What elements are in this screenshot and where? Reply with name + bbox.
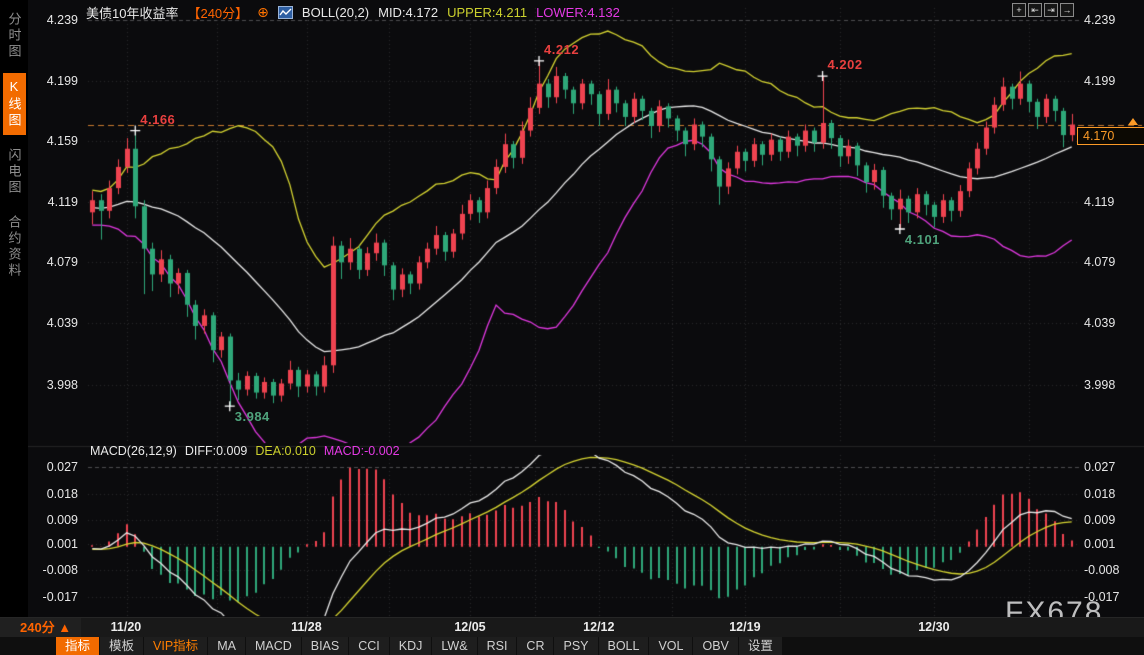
axis-tick-label: 4.039 xyxy=(28,316,78,330)
axis-tick-label: 4.079 xyxy=(1084,255,1134,269)
pan-right-icon[interactable]: → xyxy=(1060,3,1074,17)
toolbar-item-6[interactable]: CCI xyxy=(349,637,389,655)
toolbar-item-8[interactable]: LW& xyxy=(432,637,476,655)
toolbar-item-13[interactable]: VOL xyxy=(649,637,692,655)
last-price-arrow-icon xyxy=(1128,118,1138,125)
toolbar-item-15[interactable]: 设置 xyxy=(739,637,782,655)
date-tick-label: 12/19 xyxy=(729,620,760,634)
crosshair-move-icon[interactable]: + xyxy=(1012,3,1026,17)
chart-tool-icons: +⇤⇥→ xyxy=(1012,3,1074,17)
axis-tick-label: 3.998 xyxy=(1084,378,1134,392)
toolbar-item-2[interactable]: VIP指标 xyxy=(144,637,207,655)
axis-tick-label: 4.119 xyxy=(1084,195,1134,209)
date-tick-label: 12/05 xyxy=(454,620,485,634)
macd-dea-value: DEA:0.010 xyxy=(255,444,315,458)
axis-tick-label: 4.199 xyxy=(28,74,78,88)
axis-tick-label: 0.001 xyxy=(1084,537,1134,551)
date-tick-label: 12/12 xyxy=(583,620,614,634)
axis-tick-label: 4.079 xyxy=(28,255,78,269)
sidebar-tab-0[interactable]: 分时图 xyxy=(3,6,26,66)
price-annotation: 4.166 xyxy=(140,112,175,127)
axis-tick-label: 4.119 xyxy=(28,195,78,209)
instrument-title: 美债10年收益率 xyxy=(86,3,178,22)
axis-tick-label: 4.159 xyxy=(28,134,78,148)
indicator-toolbar: 指标模板VIP指标MAMACDBIASCCIKDJLW&RSICRPSYBOLL… xyxy=(0,637,1144,655)
axis-tick-label: 4.239 xyxy=(1084,13,1134,27)
axis-tick-label: 3.998 xyxy=(28,378,78,392)
toolbar-spacer xyxy=(0,637,56,655)
chart-header: 美债10年收益率 【240分】 ⊕ BOLL(20,2) MID:4.172 U… xyxy=(86,3,620,22)
toolbar-item-3[interactable]: MA xyxy=(208,637,245,655)
toolbar-item-4[interactable]: MACD xyxy=(246,637,301,655)
toolbar-item-7[interactable]: KDJ xyxy=(390,637,432,655)
boll-upper-value: UPPER:4.211 xyxy=(447,5,527,20)
x-axis-zoom-icon[interactable]: ⇤ xyxy=(1028,3,1042,17)
macd-macd-value: MACD:-0.002 xyxy=(324,444,400,458)
toolbar-item-11[interactable]: PSY xyxy=(554,637,597,655)
boll-lower-value: LOWER:4.132 xyxy=(536,5,620,20)
toolbar-item-9[interactable]: RSI xyxy=(478,637,517,655)
axis-tick-label: 0.018 xyxy=(28,487,78,501)
last-price-tag: 4.170 xyxy=(1077,127,1144,145)
sidebar-tab-3[interactable]: 合约资料 xyxy=(3,209,26,285)
date-tick-label: 12/30 xyxy=(918,620,949,634)
period-label[interactable]: 【240分】 xyxy=(187,3,248,22)
macd-header: MACD(26,12,9) DIFF:0.009 DEA:0.010 MACD:… xyxy=(90,444,400,458)
axis-tick-label: 0.027 xyxy=(28,460,78,474)
time-axis-strip: 240分 ▲ 11/20 11/28 12/05 12/12 12/19 12/30 xyxy=(0,617,1144,638)
target-icon[interactable]: ⊕ xyxy=(257,6,269,19)
sidebar-tab-1[interactable]: K线图 xyxy=(3,73,26,135)
price-annotation: 4.101 xyxy=(905,232,940,247)
axis-tick-label: -0.017 xyxy=(28,590,78,604)
y-axis-zoom-icon[interactable]: ⇥ xyxy=(1044,3,1058,17)
axis-tick-label: 0.027 xyxy=(1084,460,1134,474)
mini-chart-icon xyxy=(278,6,293,19)
price-annotation: 3.984 xyxy=(235,409,270,424)
axis-tick-label: -0.008 xyxy=(1084,563,1134,577)
date-tick-label: 11/28 xyxy=(291,620,322,634)
sidebar-tab-2[interactable]: 闪电图 xyxy=(3,142,26,202)
axis-tick-label: 4.199 xyxy=(1084,74,1134,88)
toolbar-item-0[interactable]: 指标 xyxy=(56,637,99,655)
axis-tick-label: 0.018 xyxy=(1084,487,1134,501)
toolbar-item-10[interactable]: CR xyxy=(517,637,553,655)
price-annotation: 4.202 xyxy=(828,57,863,72)
macd-diff-value: DIFF:0.009 xyxy=(185,444,248,458)
toolbar-item-5[interactable]: BIAS xyxy=(302,637,349,655)
toolbar-item-12[interactable]: BOLL xyxy=(599,637,649,655)
period-selector[interactable]: 240分 ▲ xyxy=(0,618,81,638)
chart-canvas[interactable] xyxy=(0,0,1144,655)
boll-label: BOLL(20,2) xyxy=(302,5,369,20)
boll-mid-value: MID:4.172 xyxy=(378,5,438,20)
price-annotation: 4.212 xyxy=(544,42,579,57)
axis-tick-label: 4.039 xyxy=(1084,316,1134,330)
axis-tick-label: 0.001 xyxy=(28,537,78,551)
chart-type-sidebar: 分时图 K线图闪电图合约资料 xyxy=(0,0,28,617)
toolbar-item-1[interactable]: 模板 xyxy=(100,637,143,655)
axis-tick-label: -0.017 xyxy=(1084,590,1134,604)
date-tick-label: 11/20 xyxy=(111,620,142,634)
axis-tick-label: 0.009 xyxy=(28,513,78,527)
axis-tick-label: 0.009 xyxy=(1084,513,1134,527)
kline-chart-window: 分时图 K线图闪电图合约资料 美债10年收益率 【240分】 ⊕ BOLL(20,… xyxy=(0,0,1144,655)
axis-tick-label: 4.239 xyxy=(28,13,78,27)
macd-title: MACD(26,12,9) xyxy=(90,444,177,458)
toolbar-item-14[interactable]: OBV xyxy=(693,637,737,655)
axis-tick-label: -0.008 xyxy=(28,563,78,577)
